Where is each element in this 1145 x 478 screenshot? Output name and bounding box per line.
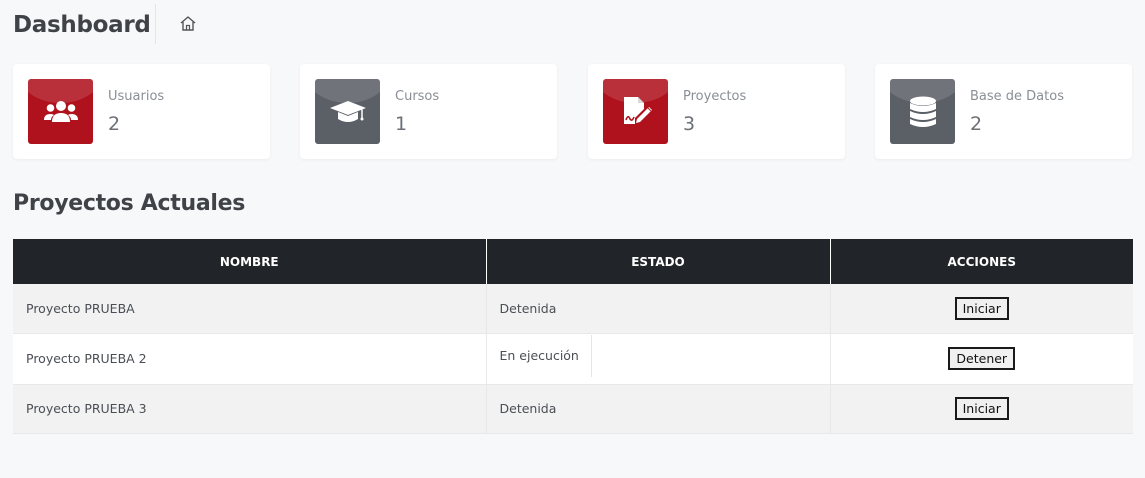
table-header-row: NOMBRE ESTADO ACCIONES: [13, 239, 1133, 284]
cell-estado: En ejecución: [486, 333, 831, 385]
home-icon[interactable]: [178, 14, 198, 34]
card-label: Cursos: [395, 89, 440, 104]
card-cursos[interactable]: Cursos 1: [300, 64, 557, 159]
card-value: 2: [970, 113, 983, 135]
card-base-de-datos[interactable]: Base de Datos 2: [875, 64, 1132, 159]
cell-estado: Detenida: [486, 284, 831, 334]
cell-acciones: Detener: [830, 333, 1133, 385]
detener-button[interactable]: Detener: [948, 347, 1016, 370]
header-divider: [155, 4, 156, 44]
cell-acciones: Iniciar: [830, 284, 1133, 334]
file-signature-icon: [603, 79, 668, 144]
column-header-acciones[interactable]: ACCIONES: [830, 239, 1133, 284]
cell-acciones: Iniciar: [830, 384, 1133, 434]
iniciar-button[interactable]: Iniciar: [954, 397, 1009, 420]
status-text: En ejecución: [500, 334, 592, 377]
database-icon: [890, 79, 955, 144]
iniciar-button[interactable]: Iniciar: [954, 296, 1009, 320]
card-label: Base de Datos: [970, 89, 1064, 104]
table-row: Proyecto PRUEBA Detenida Iniciar: [13, 284, 1133, 334]
card-proyectos[interactable]: Proyectos 3: [588, 64, 845, 159]
column-header-nombre[interactable]: NOMBRE: [13, 239, 487, 284]
graduation-cap-icon: [315, 79, 380, 144]
users-icon: [28, 79, 93, 144]
card-label: Usuarios: [108, 89, 165, 104]
table-row: Proyecto PRUEBA 2 En ejecución Detener: [13, 333, 1133, 385]
page-title: Dashboard: [13, 12, 151, 38]
cell-estado: Detenida: [486, 384, 831, 434]
card-usuarios[interactable]: Usuarios 2: [13, 64, 270, 159]
cell-nombre: Proyecto PRUEBA 2: [13, 333, 487, 385]
card-value: 1: [395, 113, 408, 135]
card-value: 2: [108, 113, 121, 135]
stats-cards: Usuarios 2 Cursos 1 Proyectos 3 Base de …: [13, 64, 1133, 159]
card-label: Proyectos: [683, 89, 747, 104]
projects-table: NOMBRE ESTADO ACCIONES Proyecto PRUEBA D…: [13, 239, 1133, 434]
page-header: Dashboard: [0, 0, 1145, 48]
card-value: 3: [683, 113, 696, 135]
table-row: Proyecto PRUEBA 3 Detenida Iniciar: [13, 384, 1133, 434]
column-header-estado[interactable]: ESTADO: [486, 239, 831, 284]
cell-nombre: Proyecto PRUEBA: [13, 284, 487, 334]
cell-nombre: Proyecto PRUEBA 3: [13, 384, 487, 434]
section-title: Proyectos Actuales: [13, 191, 246, 216]
